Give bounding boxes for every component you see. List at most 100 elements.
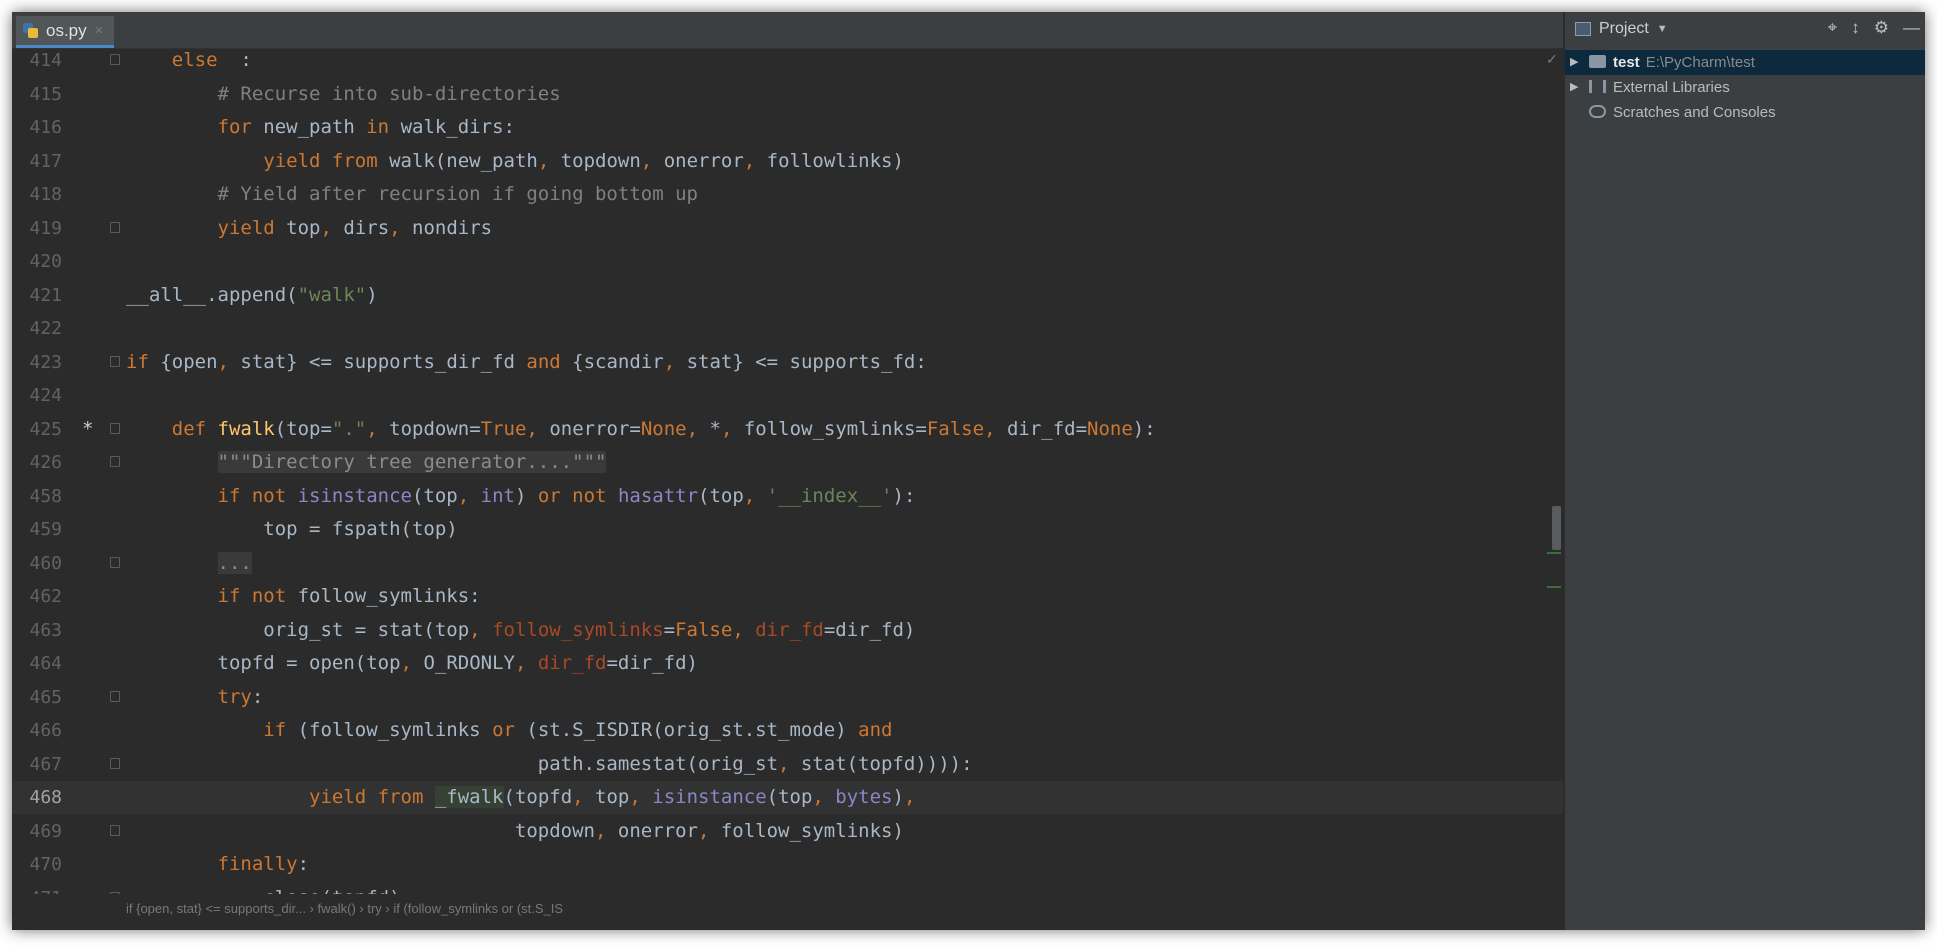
fold-toggle-icon[interactable] bbox=[110, 54, 120, 65]
fold-toggle-icon[interactable] bbox=[110, 456, 120, 467]
inspection-ok-icon[interactable]: ✓ bbox=[1546, 51, 1558, 68]
chevron-down-icon[interactable]: ▼ bbox=[1657, 23, 1668, 35]
line-number[interactable]: 422 bbox=[12, 312, 62, 345]
code-line[interactable]: 463 orig_st = stat(top, follow_symlinks=… bbox=[12, 614, 1563, 647]
code-line[interactable]: 423 if {open, stat} <= supports_dir_fd an… bbox=[12, 346, 1563, 379]
tree-item[interactable]: ▶ External Libraries bbox=[1565, 75, 1925, 100]
change-marker[interactable] bbox=[1547, 586, 1561, 588]
line-number[interactable]: 462 bbox=[12, 580, 62, 613]
fold-toggle-icon[interactable] bbox=[110, 757, 120, 769]
line-number[interactable]: 418 bbox=[12, 178, 62, 211]
code-line[interactable]: 465 try: bbox=[12, 681, 1563, 714]
code-line[interactable]: 468 yield from _fwalk(topfd, top, isinst… bbox=[12, 781, 1563, 814]
code-text[interactable]: ... bbox=[126, 547, 252, 580]
tab-os-py[interactable]: os.py × bbox=[16, 16, 114, 48]
code-line[interactable]: 462 if not follow_symlinks: bbox=[12, 580, 1563, 613]
code-line[interactable]: 416 for new_path in walk_dirs: bbox=[12, 111, 1563, 144]
line-number[interactable]: 465 bbox=[12, 681, 62, 714]
line-number[interactable]: 417 bbox=[12, 145, 62, 178]
locate-target-icon[interactable]: ⌖ bbox=[1828, 18, 1838, 38]
line-number[interactable]: 460 bbox=[12, 547, 62, 580]
line-number[interactable]: 459 bbox=[12, 513, 62, 546]
code-text[interactable]: topfd = open(top, O_RDONLY, dir_fd=dir_f… bbox=[126, 647, 699, 680]
code-line[interactable]: 459 top = fspath(top) bbox=[12, 513, 1563, 546]
line-number[interactable]: 415 bbox=[12, 78, 62, 111]
code-line[interactable]: 420 bbox=[12, 245, 1563, 278]
code-line[interactable]: 466 if (follow_symlinks or (st.S_ISDIR(o… bbox=[12, 714, 1563, 747]
fold-toggle-icon[interactable] bbox=[110, 221, 120, 233]
fold-toggle-icon[interactable] bbox=[110, 422, 120, 434]
tree-item[interactable]: ▶ test E:\PyCharm\test bbox=[1565, 50, 1925, 75]
code-text[interactable]: yield from _fwalk(topfd, top, isinstance… bbox=[126, 781, 915, 814]
fold-toggle-icon[interactable] bbox=[110, 355, 120, 367]
code-line[interactable]: 422 bbox=[12, 312, 1563, 345]
fold-toggle-icon[interactable] bbox=[110, 690, 120, 702]
code-line[interactable]: 460 ... bbox=[12, 547, 1563, 580]
code-line[interactable]: 418 # Yield after recursion if going bot… bbox=[12, 178, 1563, 211]
code-line[interactable]: 424 bbox=[12, 379, 1563, 412]
line-number[interactable]: 470 bbox=[12, 848, 62, 881]
expand-arrow-icon[interactable]: ▶ bbox=[1570, 75, 1578, 100]
code-line[interactable]: 464 topfd = open(top, O_RDONLY, dir_fd=d… bbox=[12, 647, 1563, 680]
breadcrumb[interactable]: if {open, stat} <= supports_dir... › fwa… bbox=[12, 894, 1563, 930]
code-text[interactable]: for new_path in walk_dirs: bbox=[126, 111, 515, 144]
code-line[interactable]: 425 * def fwalk(top=".", topdown=True, on… bbox=[12, 413, 1563, 446]
bookmark-marker[interactable]: * bbox=[82, 413, 93, 446]
code-area[interactable]: 414 else :415 # Recurse into sub-directo… bbox=[12, 48, 1563, 928]
code-line[interactable]: 414 else : bbox=[12, 48, 1563, 77]
fold-toggle-icon[interactable] bbox=[110, 824, 120, 836]
code-text[interactable]: try: bbox=[126, 681, 264, 714]
line-number[interactable]: 420 bbox=[12, 245, 62, 278]
code-line[interactable]: 467 path.samestat(orig_st, stat(topfd)))… bbox=[12, 748, 1563, 781]
line-number[interactable]: 425 bbox=[12, 413, 62, 446]
line-number[interactable]: 419 bbox=[12, 212, 62, 245]
line-number[interactable]: 468 bbox=[12, 781, 62, 814]
fold-toggle-icon[interactable] bbox=[110, 556, 120, 568]
line-number[interactable]: 469 bbox=[12, 815, 62, 848]
code-text[interactable]: if {open, stat} <= supports_dir_fd and {… bbox=[126, 346, 927, 379]
code-line[interactable]: 415 # Recurse into sub-directories bbox=[12, 78, 1563, 111]
code-text[interactable]: else : bbox=[126, 48, 252, 77]
code-line[interactable]: 470 finally: bbox=[12, 848, 1563, 881]
line-number[interactable]: 467 bbox=[12, 748, 62, 781]
code-text[interactable]: """Directory tree generator....""" bbox=[126, 446, 607, 479]
code-line[interactable]: 417 yield from walk(new_path, topdown, o… bbox=[12, 145, 1563, 178]
line-number[interactable]: 414 bbox=[12, 48, 62, 77]
line-number[interactable]: 458 bbox=[12, 480, 62, 513]
code-line[interactable]: 469 topdown, onerror, follow_symlinks) bbox=[12, 815, 1563, 848]
line-number[interactable]: 466 bbox=[12, 714, 62, 747]
code-line[interactable]: 458 if not isinstance(top, int) or not h… bbox=[12, 480, 1563, 513]
code-text[interactable]: topdown, onerror, follow_symlinks) bbox=[126, 815, 904, 848]
code-text[interactable]: if not isinstance(top, int) or not hasat… bbox=[126, 480, 916, 513]
close-tab-icon[interactable]: × bbox=[95, 22, 104, 39]
line-number[interactable]: 464 bbox=[12, 647, 62, 680]
line-number[interactable]: 426 bbox=[12, 446, 62, 479]
tree-item[interactable]: Scratches and Consoles bbox=[1565, 100, 1925, 125]
change-marker[interactable] bbox=[1547, 552, 1561, 554]
line-number[interactable]: 423 bbox=[12, 346, 62, 379]
code-text[interactable]: yield from walk(new_path, topdown, onerr… bbox=[126, 145, 904, 178]
code-text[interactable]: if not follow_symlinks: bbox=[126, 580, 481, 613]
code-line[interactable]: 419 yield top, dirs, nondirs bbox=[12, 212, 1563, 245]
code-text[interactable]: __all__.append("walk") bbox=[126, 279, 378, 312]
code-line[interactable]: 426 """Directory tree generator....""" bbox=[12, 446, 1563, 479]
project-panel-title[interactable]: Project bbox=[1599, 20, 1649, 38]
code-text[interactable]: # Yield after recursion if going bottom … bbox=[126, 178, 698, 211]
code-text[interactable]: # Recurse into sub-directories bbox=[126, 78, 561, 111]
code-text[interactable]: def fwalk(top=".", topdown=True, onerror… bbox=[126, 413, 1156, 446]
expand-arrow-icon[interactable]: ▶ bbox=[1570, 50, 1578, 75]
code-text[interactable]: if (follow_symlinks or (st.S_ISDIR(orig_… bbox=[126, 714, 892, 747]
hide-panel-icon[interactable]: — bbox=[1903, 18, 1920, 38]
code-text[interactable]: path.samestat(orig_st, stat(topfd)))): bbox=[126, 748, 973, 781]
code-text[interactable]: orig_st = stat(top, follow_symlinks=Fals… bbox=[126, 614, 915, 647]
code-editor[interactable]: os.py × 414 else :415 # Recurse into sub… bbox=[12, 12, 1563, 930]
line-number[interactable]: 424 bbox=[12, 379, 62, 412]
code-text[interactable]: top = fspath(top) bbox=[126, 513, 457, 546]
line-number[interactable]: 421 bbox=[12, 279, 62, 312]
editor-scrollbar-thumb[interactable] bbox=[1552, 506, 1561, 550]
collapse-all-icon[interactable]: ↕ bbox=[1851, 18, 1860, 38]
code-text[interactable]: finally: bbox=[126, 848, 310, 881]
code-line[interactable]: 421 __all__.append("walk") bbox=[12, 279, 1563, 312]
line-number[interactable]: 463 bbox=[12, 614, 62, 647]
gear-icon[interactable]: ⚙ bbox=[1874, 18, 1889, 38]
